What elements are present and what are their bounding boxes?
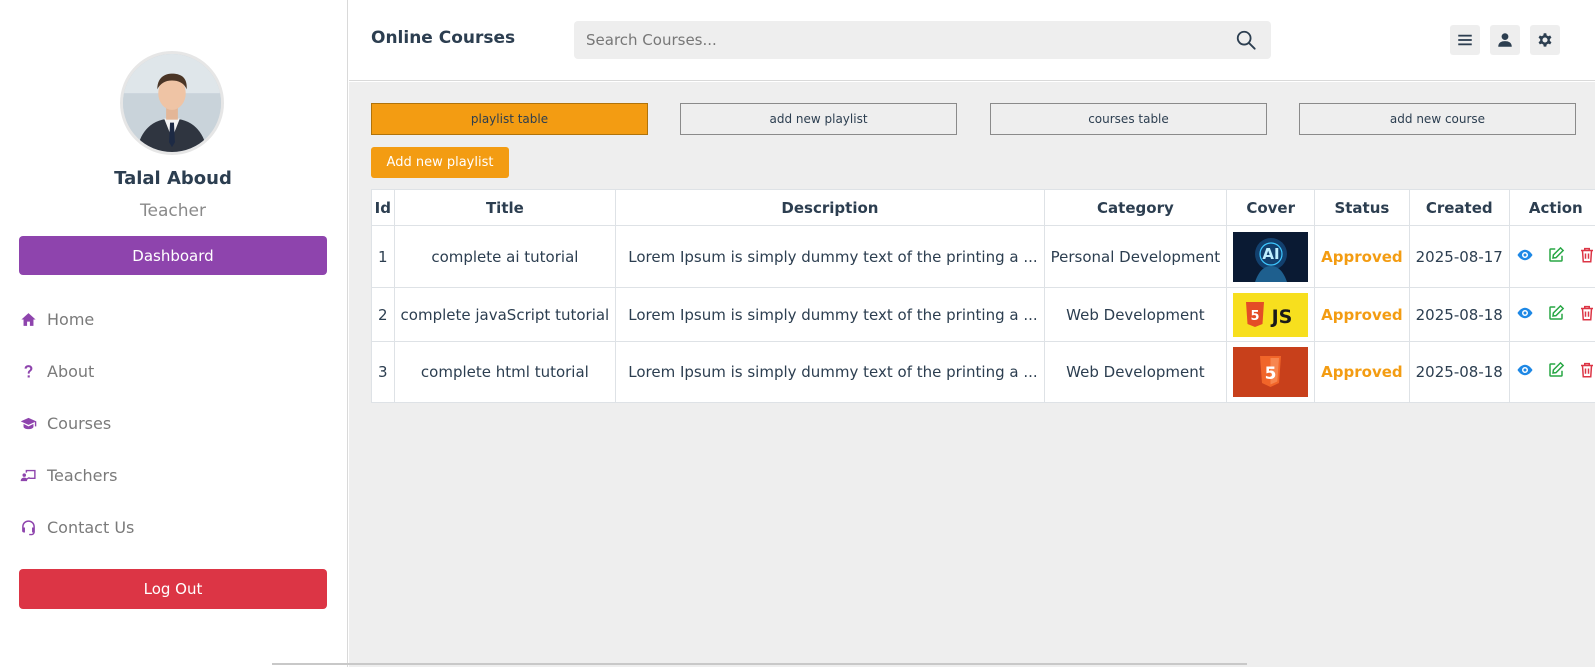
edit-icon[interactable] xyxy=(1547,361,1565,379)
headset-icon xyxy=(19,518,37,536)
cell-title: complete ai tutorial xyxy=(393,225,617,288)
sidebar-item-label: Home xyxy=(47,309,95,329)
cell-id: 1 xyxy=(371,225,395,288)
tab-playlist-table[interactable]: playlist table xyxy=(371,103,648,135)
user-icon[interactable] xyxy=(1490,25,1520,55)
eye-icon[interactable] xyxy=(1516,246,1534,264)
sidebar-item-courses[interactable]: Courses xyxy=(19,410,111,436)
cell-created: 2025-08-18 xyxy=(1408,341,1510,403)
cell-category: Personal Development xyxy=(1043,225,1228,288)
ai-cover-image: AI xyxy=(1233,231,1309,282)
question-icon xyxy=(19,362,37,380)
table-row: 1 complete ai tutorial Lorem Ipsum is si… xyxy=(371,225,1595,288)
column-header-title: Title xyxy=(393,189,617,226)
brand-title: Online Courses xyxy=(371,28,516,48)
cell-category: Web Development xyxy=(1043,287,1228,342)
graduation-cap-icon xyxy=(19,414,37,432)
profile-role: Teacher xyxy=(140,201,206,221)
trash-icon[interactable] xyxy=(1578,304,1595,322)
column-header-category: Category xyxy=(1043,189,1228,226)
table-row: 3 complete html tutorial Lorem Ipsum is … xyxy=(371,341,1595,403)
status-badge: Approved xyxy=(1314,225,1410,288)
settings-icon[interactable] xyxy=(1530,25,1560,55)
add-new-playlist-button[interactable]: Add new playlist xyxy=(371,147,509,178)
tab-add-new-course[interactable]: add new course xyxy=(1299,103,1576,135)
column-header-status: Status xyxy=(1314,189,1410,226)
sidebar-item-contact-us[interactable]: Contact Us xyxy=(19,514,134,540)
cell-description: Lorem Ipsum is simply dummy text of the … xyxy=(615,225,1045,288)
logout-button[interactable]: Log Out xyxy=(19,569,327,609)
eye-icon[interactable] xyxy=(1516,361,1534,379)
cell-id: 3 xyxy=(371,341,395,403)
edit-icon[interactable] xyxy=(1547,246,1565,264)
edit-icon[interactable] xyxy=(1547,304,1565,322)
profile-name: Talal Aboud xyxy=(114,168,232,189)
column-header-id: Id xyxy=(371,189,395,226)
js-cover-text: JS xyxy=(1270,306,1293,328)
cell-created: 2025-08-18 xyxy=(1408,287,1510,342)
sidebar-item-about[interactable]: About xyxy=(19,358,94,384)
cell-cover: AI xyxy=(1226,225,1316,288)
search-input[interactable] xyxy=(574,21,1214,59)
tab-courses-table[interactable]: courses table xyxy=(990,103,1267,135)
cell-title: complete javaScript tutorial xyxy=(393,287,617,342)
sidebar: Talal Aboud Teacher Dashboard Home About… xyxy=(0,0,348,667)
sidebar-item-label: About xyxy=(47,361,95,381)
cell-category: Web Development xyxy=(1043,341,1228,403)
table-row: 2 complete javaScript tutorial Lorem Ips… xyxy=(371,287,1595,342)
js-cover-image: 5 JS xyxy=(1233,292,1309,337)
sidebar-item-label: Courses xyxy=(47,413,112,433)
horizontal-scrollbar[interactable] xyxy=(272,663,1247,665)
column-header-created: Created xyxy=(1408,189,1510,226)
profile-photo xyxy=(123,54,221,152)
sidebar-item-label: Teachers xyxy=(47,465,118,485)
column-header-action: Action xyxy=(1508,189,1595,226)
sidebar-item-home[interactable]: Home xyxy=(19,306,94,332)
tab-add-new-playlist[interactable]: add new playlist xyxy=(680,103,957,135)
cell-actions xyxy=(1508,287,1595,342)
avatar xyxy=(120,51,224,155)
html5-cover-image: 5 xyxy=(1233,347,1309,397)
cell-actions xyxy=(1508,225,1595,288)
menu-icon[interactable] xyxy=(1450,25,1480,55)
cell-id: 2 xyxy=(371,287,395,342)
cell-cover: 5 xyxy=(1226,341,1316,403)
ai-cover-text: AI xyxy=(1263,245,1280,263)
main-content: playlist table add new playlist courses … xyxy=(349,82,1595,667)
html5-cover-text: 5 xyxy=(1265,364,1277,384)
sidebar-item-teachers[interactable]: Teachers xyxy=(19,462,117,488)
js-shield-text: 5 xyxy=(1251,309,1260,324)
column-header-cover: Cover xyxy=(1226,189,1316,226)
trash-icon[interactable] xyxy=(1578,246,1595,264)
search-icon[interactable] xyxy=(1235,29,1257,51)
chalkboard-teacher-icon xyxy=(19,466,37,484)
cell-cover: 5 JS xyxy=(1226,287,1316,342)
eye-icon[interactable] xyxy=(1516,304,1534,322)
cell-description: Lorem Ipsum is simply dummy text of the … xyxy=(615,341,1045,403)
cell-title: complete html tutorial xyxy=(393,341,617,403)
playlist-table: Id Title Description Category Cover Stat… xyxy=(371,189,1595,403)
dashboard-button[interactable]: Dashboard xyxy=(19,236,327,275)
trash-icon[interactable] xyxy=(1578,361,1595,379)
sidebar-item-label: Contact Us xyxy=(47,517,135,537)
column-header-description: Description xyxy=(615,189,1045,226)
cell-description: Lorem Ipsum is simply dummy text of the … xyxy=(615,287,1045,342)
table-header-row: Id Title Description Category Cover Stat… xyxy=(371,189,1595,226)
status-badge: Approved xyxy=(1314,287,1410,342)
status-badge: Approved xyxy=(1314,341,1410,403)
cell-created: 2025-08-17 xyxy=(1408,225,1510,288)
cell-actions xyxy=(1508,341,1595,403)
search-bar xyxy=(574,21,1271,59)
home-icon xyxy=(19,310,37,328)
top-header: Online Courses xyxy=(349,0,1595,81)
